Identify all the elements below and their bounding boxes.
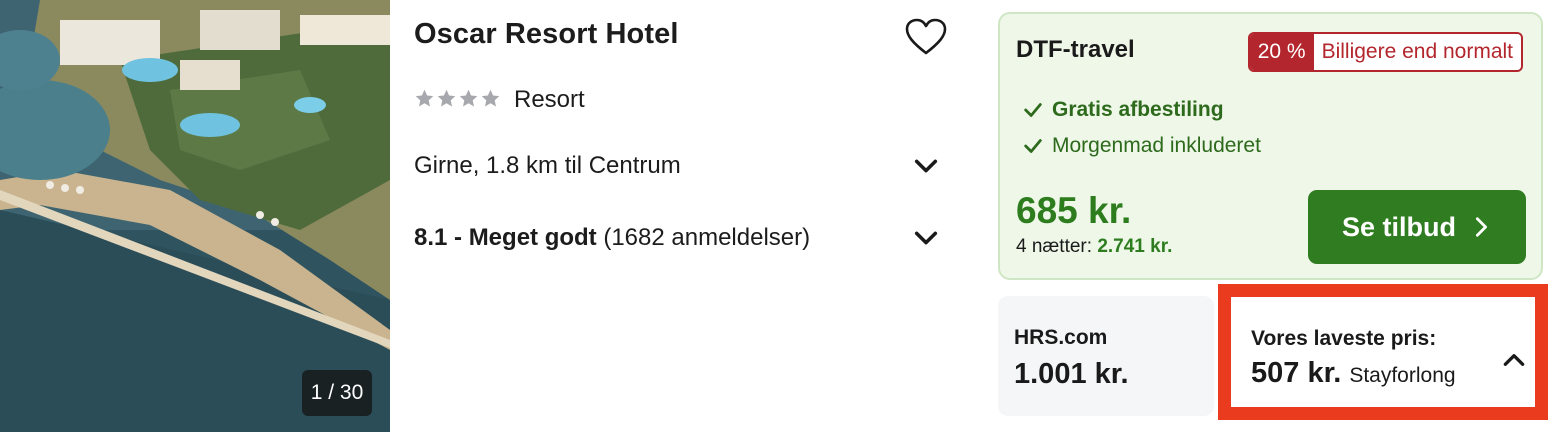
feature-free-cancellation: Gratis afbestiling	[1022, 98, 1224, 122]
star-icon	[481, 89, 500, 107]
hotel-photo[interactable]: 1 / 30	[0, 0, 390, 432]
alt-price: 1.001 kr.	[1014, 358, 1129, 390]
rating-score-label: 8.1 - Meget godt	[414, 224, 597, 251]
nights-total-row: 4 nætter: 2.741 kr.	[1016, 236, 1172, 258]
hotel-name[interactable]: Oscar Resort Hotel	[414, 18, 679, 51]
check-icon	[1024, 103, 1042, 117]
lowest-price-row: 507 kr. Stayforlong	[1251, 357, 1456, 390]
deal-provider: DTF-travel	[1016, 36, 1135, 63]
photo-counter: 1 / 30	[302, 370, 372, 416]
lowest-price-label: Vores laveste pris:	[1251, 327, 1437, 350]
location-row[interactable]: Girne, 1.8 km til Centrum	[414, 146, 944, 186]
alternative-deal[interactable]: HRS.com 1.001 kr.	[998, 296, 1214, 416]
nights-total: 2.741 kr.	[1097, 236, 1173, 257]
feature-label: Morgenmad inkluderet	[1052, 134, 1261, 157]
chevron-right-icon	[1475, 217, 1487, 237]
lowest-price-content: Vores laveste pris: 507 kr. Stayforlong	[1231, 297, 1535, 407]
review-rating-row[interactable]: 8.1 - Meget godt (1682 anmeldelser)	[414, 218, 944, 258]
check-icon	[1024, 139, 1042, 153]
star-rating	[414, 88, 501, 109]
heart-outline-icon	[905, 18, 947, 55]
star-icon	[437, 89, 456, 107]
hotel-result-card: 1 / 30 Oscar Resort Hotel Resort Girne, …	[0, 0, 1552, 432]
deal-price: 685 kr.	[1016, 190, 1132, 231]
review-count: (1682 anmeldelser)	[603, 224, 811, 251]
resort-aerial-image	[0, 0, 390, 432]
star-icon	[459, 89, 478, 107]
discount-badge: 20 % Billigere end normalt	[1247, 32, 1523, 72]
see-offer-label: Se tilbud	[1342, 211, 1456, 242]
lowest-price-box[interactable]: Vores laveste pris: 507 kr. Stayforlong	[1218, 284, 1548, 420]
chevron-down-icon	[914, 231, 938, 245]
favorite-button[interactable]	[902, 14, 950, 60]
review-rating: 8.1 - Meget godt (1682 anmeldelser)	[414, 224, 810, 252]
location-text: Girne, 1.8 km til Centrum	[414, 152, 681, 179]
lowest-price-value: 507 kr.	[1251, 357, 1342, 389]
lowest-price-provider: Stayforlong	[1349, 364, 1456, 387]
alt-provider: HRS.com	[1014, 326, 1108, 349]
featured-deal[interactable]: DTF-travel 20 % Billigere end normalt Gr…	[998, 12, 1543, 280]
see-offer-button[interactable]: Se tilbud	[1308, 190, 1526, 264]
discount-text: Billigere end normalt	[1313, 34, 1521, 70]
feature-breakfast: Morgenmad inkluderet	[1022, 134, 1261, 158]
feature-label: Gratis afbestiling	[1052, 98, 1224, 121]
hotel-type: Resort	[514, 86, 585, 113]
chevron-up-icon[interactable]	[1501, 347, 1527, 373]
chevron-down-icon	[914, 159, 938, 173]
star-icon	[415, 89, 434, 107]
discount-percent: 20 %	[1249, 34, 1314, 70]
nights-label: 4 nætter:	[1016, 236, 1093, 257]
